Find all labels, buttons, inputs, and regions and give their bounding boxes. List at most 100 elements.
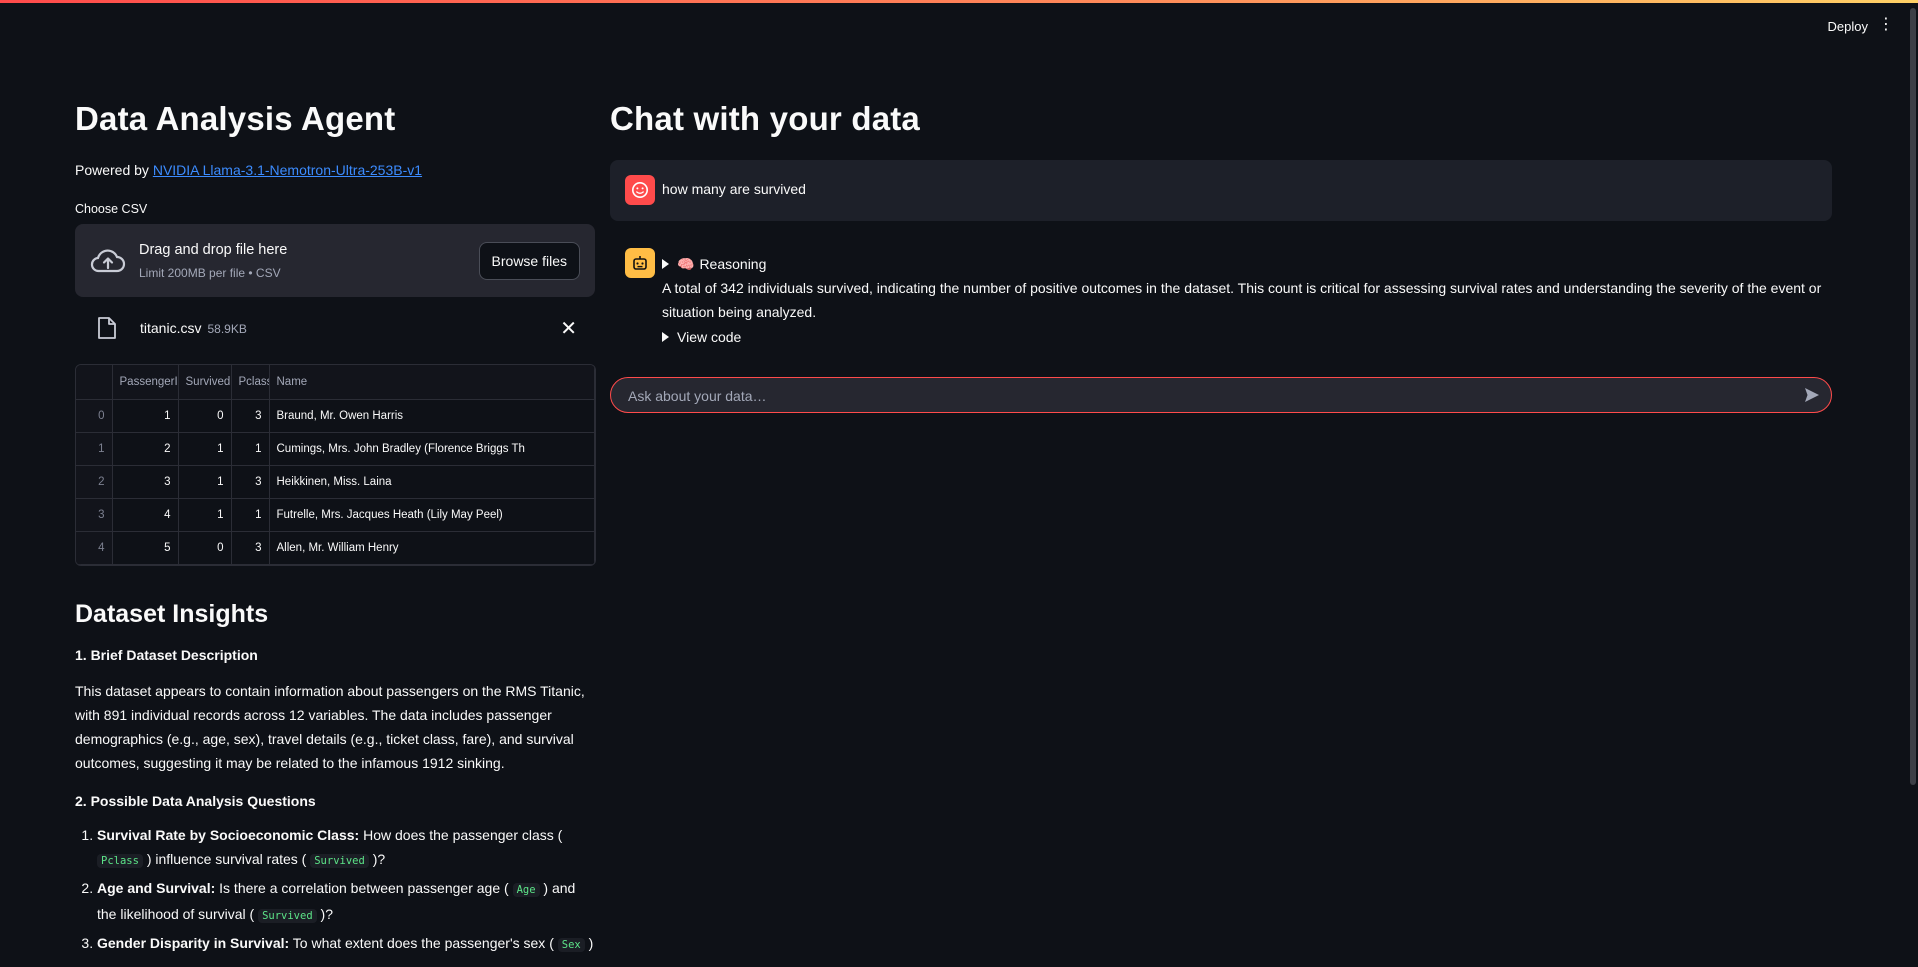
table-cell[interactable]: 0: [178, 399, 232, 433]
dropzone-title: Drag and drop file here: [139, 242, 288, 258]
table-cell[interactable]: Heikkinen, Miss. Laina: [269, 465, 595, 499]
file-size: 58.9KB: [207, 322, 247, 336]
table-cell[interactable]: 1: [231, 498, 270, 532]
analysis-questions-list: Survival Rate by Socioeconomic Class: Ho…: [75, 823, 597, 957]
list-item: Age and Survival: Is there a correlation…: [97, 876, 597, 928]
code-pclass: Pclass: [97, 854, 143, 868]
table-cell[interactable]: Futrelle, Mrs. Jacques Heath (Lily May P…: [269, 498, 595, 532]
assistant-avatar-icon: [625, 248, 655, 278]
table-header-cell[interactable]: PassengerId: [112, 365, 179, 400]
list-item: Survival Rate by Socioeconomic Class: Ho…: [97, 823, 597, 873]
left-column: Data Analysis Agent Powered by NVIDIA Ll…: [75, 100, 597, 960]
code-sex: Sex: [557, 938, 585, 952]
user-message: how many are survived: [610, 160, 1832, 221]
chat-input-box[interactable]: [610, 377, 1832, 414]
table-cell[interactable]: Cumings, Mrs. John Bradley (Florence Bri…: [269, 432, 595, 466]
page-title: Data Analysis Agent: [75, 100, 396, 137]
table-row[interactable]: 4 5 0 3 Allen, Mr. William Henry: [76, 531, 595, 565]
row-index-cell[interactable]: 3: [76, 498, 113, 532]
question-text: How does the passenger class (: [359, 827, 563, 843]
powered-prefix: Powered by: [75, 162, 153, 178]
table-cell[interactable]: 2: [112, 432, 179, 466]
remove-file-icon[interactable]: ✕: [560, 316, 577, 341]
table-header-cell[interactable]: Name: [269, 365, 595, 400]
model-link[interactable]: NVIDIA Llama-3.1-Nemotron-Ultra-253B-v1: [153, 162, 422, 178]
table-row[interactable]: 3 4 1 1 Futrelle, Mrs. Jacques Heath (Lily M…: [76, 498, 595, 532]
table-cell[interactable]: 4: [112, 498, 179, 532]
table-header-row: PassengerId Survived Pclass Name: [76, 365, 595, 400]
table-cell[interactable]: 3: [112, 465, 179, 499]
choose-csv-label: Choose CSV: [75, 202, 148, 216]
table-cell[interactable]: 1: [112, 399, 179, 433]
user-message-text: how many are survived: [662, 181, 806, 197]
chat-title: Chat with your data: [610, 100, 920, 137]
app-header: Deploy ⋮: [0, 3, 1918, 53]
page-scrollbar[interactable]: [1910, 8, 1916, 785]
send-icon[interactable]: [1803, 386, 1821, 404]
table-cell[interactable]: Braund, Mr. Owen Harris: [269, 399, 595, 433]
file-name: titanic.csv 58.9KB: [140, 320, 247, 336]
table-cell[interactable]: 1: [231, 432, 270, 466]
dropzone-limit: Limit 200MB per file • CSV: [139, 266, 281, 280]
chat-input[interactable]: [626, 378, 1780, 414]
row-index-cell[interactable]: 1: [76, 432, 113, 466]
row-index-cell[interactable]: 0: [76, 399, 113, 433]
file-uploader-dropzone[interactable]: Drag and drop file here Limit 200MB per …: [75, 224, 595, 297]
assistant-answer: A total of 342 individuals survived, ind…: [662, 280, 1822, 320]
dataset-description: This dataset appears to contain informat…: [75, 683, 585, 771]
table-header-cell[interactable]: Survived: [178, 365, 232, 400]
question-text: ): [584, 935, 594, 951]
code-survived: Survived: [258, 909, 317, 923]
browse-files-button[interactable]: Browse files: [478, 242, 580, 280]
table-cell[interactable]: 3: [231, 399, 270, 433]
table-cell[interactable]: Allen, Mr. William Henry: [269, 531, 595, 565]
user-avatar-icon: [625, 175, 655, 205]
code-age: Age: [512, 883, 540, 897]
brain-icon: 🧠: [677, 256, 695, 272]
reasoning-label: Reasoning: [699, 256, 767, 272]
view-code-label: View code: [677, 329, 742, 345]
question-title: Gender Disparity in Survival:: [97, 935, 290, 951]
question-text: )?: [368, 851, 386, 867]
reasoning-expander[interactable]: 🧠 Reasoning: [662, 256, 766, 273]
uploaded-file-row: titanic.csv 58.9KB ✕: [75, 299, 595, 357]
powered-by: Powered by NVIDIA Llama-3.1-Nemotron-Ult…: [75, 162, 595, 178]
file-icon: [98, 317, 116, 339]
table-header-cell[interactable]: [76, 365, 113, 400]
cloud-upload-icon: [90, 249, 126, 273]
smiley-face-icon: [632, 182, 648, 198]
insights-heading-1: 1. Brief Dataset Description: [75, 647, 258, 663]
deploy-button[interactable]: Deploy: [1828, 19, 1868, 34]
table-cell[interactable]: 0: [178, 531, 232, 565]
table-cell[interactable]: 1: [178, 432, 232, 466]
question-text: Is there a correlation between passenger…: [215, 880, 513, 896]
table-cell[interactable]: 5: [112, 531, 179, 565]
row-index-cell[interactable]: 4: [76, 531, 113, 565]
question-text: To what extent does the passenger's sex …: [289, 935, 558, 951]
row-index-cell[interactable]: 2: [76, 465, 113, 499]
table-cell[interactable]: 3: [231, 465, 270, 499]
table-cell[interactable]: 1: [178, 498, 232, 532]
question-text: ) influence survival rates (: [142, 851, 311, 867]
expand-triangle-icon: [662, 332, 669, 343]
expand-triangle-icon: [662, 259, 669, 270]
table-header-cell[interactable]: Pclass: [231, 365, 270, 400]
table-cell[interactable]: 1: [178, 465, 232, 499]
question-title: Survival Rate by Socioeconomic Class:: [97, 827, 360, 843]
insights-heading-2: 2. Possible Data Analysis Questions: [75, 793, 316, 809]
robot-icon: [633, 256, 647, 270]
insights-title: Dataset Insights: [75, 600, 269, 628]
question-text: )?: [316, 906, 333, 922]
main-menu-icon[interactable]: ⋮: [1878, 17, 1894, 33]
data-preview-table[interactable]: PassengerId Survived Pclass Name 0 1 0 3 Braund…: [75, 364, 596, 566]
right-column: Chat with your data how many are survive…: [610, 100, 1832, 414]
view-code-expander[interactable]: View code: [662, 329, 741, 345]
file-name-text: titanic.csv: [140, 320, 202, 336]
list-item: Gender Disparity in Survival: To what ex…: [97, 931, 597, 957]
table-row[interactable]: 1 2 1 1 Cumings, Mrs. John Bradley (Florence…: [76, 432, 595, 466]
table-row[interactable]: 2 3 1 3 Heikkinen, Miss. Laina: [76, 465, 595, 499]
table-row[interactable]: 0 1 0 3 Braund, Mr. Owen Harris: [76, 399, 595, 433]
code-survived: Survived: [310, 854, 369, 868]
table-cell[interactable]: 3: [231, 531, 270, 565]
question-title: Age and Survival:: [97, 880, 216, 896]
